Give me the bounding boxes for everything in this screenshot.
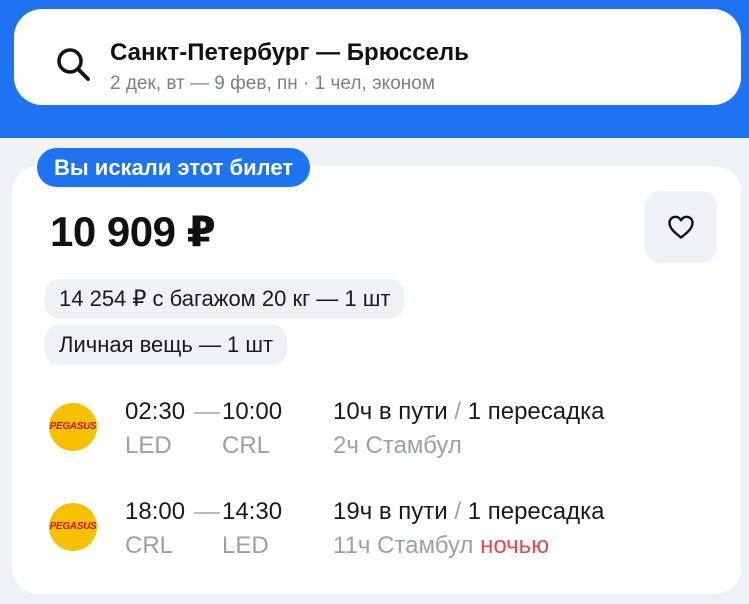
duration-separator: /	[454, 398, 462, 425]
arrival-time: 14:30	[222, 498, 283, 525]
airline-logo: PEGASUS	[49, 403, 97, 451]
arrival-airport: LED	[222, 532, 269, 559]
duration-text: 19ч в пути	[333, 498, 448, 525]
transfer-info: 2ч Стамбул	[333, 432, 462, 460]
segment-duration: 10ч в пути / 1 пересадка	[333, 398, 604, 426]
heart-icon	[668, 215, 694, 239]
departure-airport: CRL	[125, 532, 174, 559]
arrival-airport: CRL	[222, 432, 271, 459]
stops-text: 1 пересадка	[467, 498, 605, 525]
stops-text: 1 пересадка	[467, 398, 605, 425]
search-route: Санкт-Петербург — Брюссель	[110, 39, 469, 66]
transfer-text: 2ч Стамбул	[333, 432, 462, 459]
transfer-text: 11ч Стамбул	[333, 532, 474, 559]
duration-text: 10ч в пути	[333, 398, 448, 425]
personal-item-chip: Личная вещь — 1 шт	[45, 325, 288, 365]
airline-logo-text: PEGASUS	[49, 521, 97, 532]
search-icon[interactable]	[54, 45, 92, 83]
search-bar[interactable]: Санкт-Петербург — Брюссель 2 дек, вт — 9…	[14, 9, 741, 105]
search-params: 2 дек, вт — 9 фев, пн · 1 чел, эконом	[110, 73, 435, 94]
duration-separator: /	[454, 498, 462, 525]
segment-duration: 19ч в пути / 1 пересадка	[333, 498, 604, 526]
searched-ticket-badge: Вы искали этот билет	[37, 148, 311, 187]
transfer-info: 11ч Стамбул ночью	[333, 532, 549, 560]
departure-airport: LED	[125, 432, 172, 459]
airline-logo-text: PEGASUS	[49, 421, 97, 432]
departure-time: 18:00	[125, 498, 186, 525]
departure-time: 02:30	[125, 398, 186, 425]
favorite-button[interactable]	[645, 191, 717, 263]
night-transfer-label: ночью	[480, 532, 550, 559]
airline-logo: PEGASUS	[49, 503, 97, 551]
arrival-time: 10:00	[222, 398, 283, 425]
time-dash	[194, 512, 220, 514]
ticket-price: 10 909 ₽	[50, 208, 216, 255]
time-dash	[194, 412, 220, 414]
baggage-option-chip[interactable]: 14 254 ₽ с багажом 20 кг — 1 шт	[45, 279, 405, 319]
